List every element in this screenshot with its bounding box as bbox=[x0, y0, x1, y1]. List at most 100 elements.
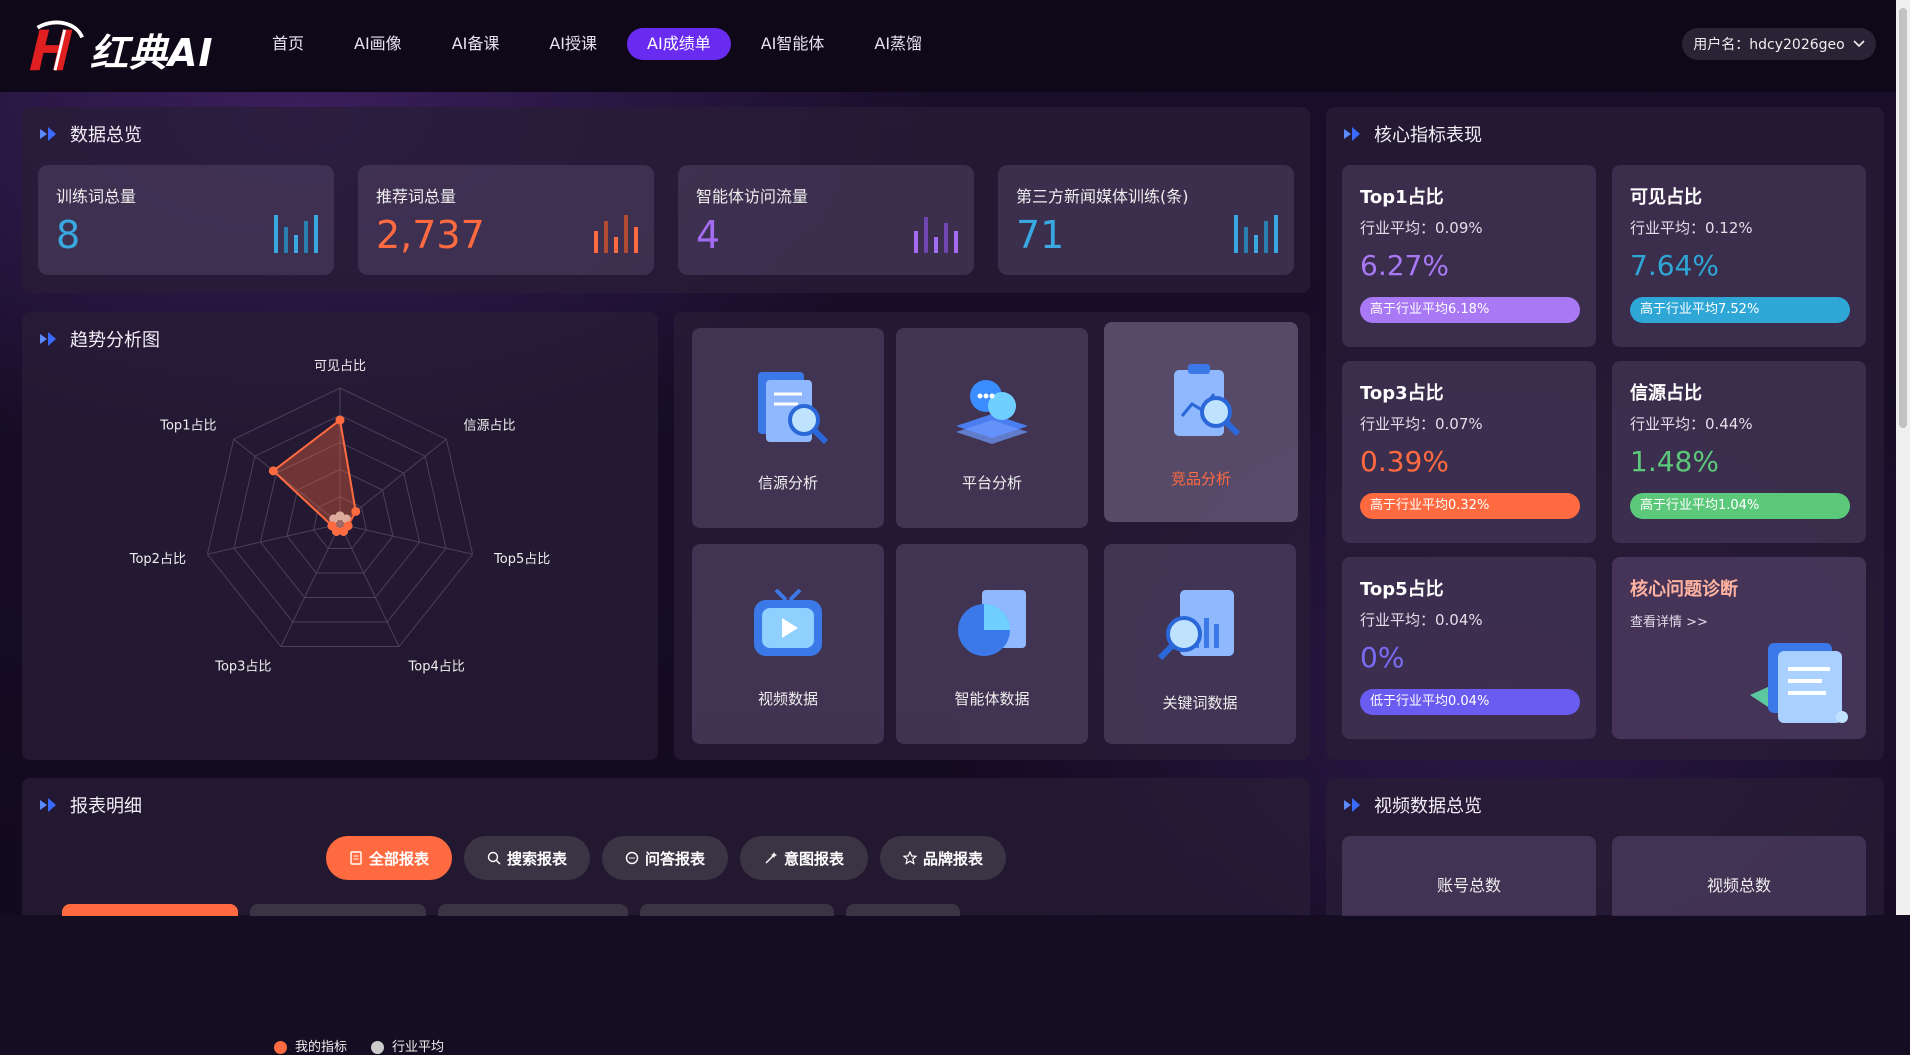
tile-label: 智能体数据 bbox=[954, 690, 1030, 708]
tab-label: 意图报表 bbox=[783, 849, 844, 868]
tile-label: 视频数据 bbox=[757, 690, 818, 708]
metric-comparison-badge: 高于行业平均7.52% bbox=[1630, 297, 1850, 323]
pie-chart-icon bbox=[958, 590, 1026, 656]
metric-card-visible[interactable]: 可见占比 行业平均：0.12% 7.64% 高于行业平均7.52% bbox=[1612, 165, 1866, 347]
radar-data-point bbox=[327, 521, 337, 531]
subtab[interactable] bbox=[438, 904, 628, 916]
video-card-videos[interactable]: 视频总数 bbox=[1612, 836, 1866, 916]
metric-comparison-badge: 高于行业平均1.04% bbox=[1630, 493, 1850, 519]
legend-item-mine[interactable]: 我的指标 bbox=[274, 1036, 347, 1055]
chat-stack-icon bbox=[956, 380, 1028, 444]
metric-value: 6.27% bbox=[1360, 249, 1449, 282]
nav-ai-report-card[interactable]: AI成绩单 bbox=[627, 28, 731, 60]
legend-label: 行业平均 bbox=[392, 1040, 445, 1055]
nav-home[interactable]: 首页 bbox=[252, 28, 324, 60]
double-arrow-icon bbox=[40, 798, 56, 812]
panel-header: 核心指标表现 bbox=[1342, 121, 1482, 147]
stat-card-recommended-words[interactable]: 推荐词总量 2,737 bbox=[358, 165, 654, 275]
stat-value: 71 bbox=[1016, 213, 1065, 257]
scrollbar-thumb[interactable] bbox=[1899, 8, 1907, 428]
metric-title: Top3占比 bbox=[1360, 383, 1444, 404]
tab-search-reports[interactable]: 搜索报表 bbox=[464, 836, 590, 880]
stat-card-training-words[interactable]: 训练词总量 8 bbox=[38, 165, 334, 275]
diagnosis-link[interactable]: 查看详情 >> bbox=[1630, 611, 1708, 630]
video-card-accounts[interactable]: 账号总数 bbox=[1342, 836, 1596, 916]
radar-axis-line bbox=[280, 523, 341, 647]
metric-title: Top1占比 bbox=[1360, 187, 1444, 208]
report-documents-icon bbox=[1750, 643, 1848, 723]
tile-competitor-analysis[interactable]: 竞品分析 bbox=[1104, 322, 1298, 522]
radar-chart: 可见占比信源占比 Top5占比 Top4占比 Top3占比 Top2占比 Top1占比 bbox=[129, 359, 551, 674]
logo-text: 红典AI bbox=[90, 30, 214, 75]
metric-industry-average: 行业平均：0.12% bbox=[1630, 219, 1753, 237]
diagnosis-title: 核心问题诊断 bbox=[1630, 579, 1738, 600]
panel-header: 报表明细 bbox=[38, 792, 142, 818]
subtab-active[interactable] bbox=[62, 904, 238, 916]
tab-qa-reports[interactable]: 问答报表 bbox=[602, 836, 728, 880]
double-arrow-icon bbox=[1344, 127, 1360, 141]
user-menu[interactable]: 用户名：hdcy2026geo bbox=[1682, 28, 1876, 60]
tile-agent-data[interactable]: 智能体数据 bbox=[896, 544, 1088, 744]
nav-ai-distill[interactable]: AI蒸馏 bbox=[854, 28, 942, 60]
video-card-label: 视频总数 bbox=[1706, 876, 1771, 895]
subtab[interactable] bbox=[640, 904, 834, 916]
tile-platform-analysis[interactable]: 平台分析 bbox=[896, 328, 1088, 528]
stat-card-third-party-media[interactable]: 第三方新闻媒体训练(条) 71 bbox=[998, 165, 1294, 275]
radar-axis-label: 可见占比 bbox=[314, 359, 366, 374]
tile-label: 信源分析 bbox=[757, 474, 818, 492]
tile-source-analysis[interactable]: 信源分析 bbox=[692, 328, 884, 528]
data-overview-panel: 数据总览 训练词总量 8 推荐词总量 2,737 智能体访问流量 4 第三方新闻… bbox=[22, 107, 1310, 293]
tab-brand-reports[interactable]: 品牌报表 bbox=[880, 836, 1006, 880]
subtab[interactable] bbox=[250, 904, 426, 916]
metric-industry-average: 行业平均：0.04% bbox=[1360, 611, 1483, 629]
radar-data-point bbox=[335, 415, 345, 425]
stat-label: 第三方新闻媒体训练(条) bbox=[1016, 187, 1189, 206]
radar-series-area bbox=[271, 418, 357, 533]
panel-title: 报表明细 bbox=[70, 796, 142, 817]
document-icon bbox=[350, 851, 362, 865]
metric-card-top3[interactable]: Top3占比 行业平均：0.07% 0.39% 高于行业平均0.32% bbox=[1342, 361, 1596, 543]
nav-ai-agent[interactable]: AI智能体 bbox=[741, 28, 845, 60]
metric-comparison-badge: 高于行业平均0.32% bbox=[1360, 493, 1580, 519]
metric-value: 1.48% bbox=[1630, 445, 1719, 478]
panel-title: 核心指标表现 bbox=[1374, 125, 1482, 146]
tile-label: 平台分析 bbox=[961, 474, 1022, 492]
bar-chart-icon bbox=[594, 215, 638, 253]
legend-item-average[interactable]: 行业平均 bbox=[371, 1036, 444, 1055]
radar-axis-label: Top1占比 bbox=[159, 418, 216, 433]
tab-all-reports[interactable]: 全部报表 bbox=[326, 836, 452, 880]
metric-card-top5[interactable]: Top5占比 行业平均：0.04% 0% 低于行业平均0.04% bbox=[1342, 557, 1596, 739]
bar-chart-icon bbox=[914, 217, 958, 253]
search-chart-icon bbox=[1157, 590, 1234, 661]
tile-video-data[interactable]: 视频数据 bbox=[692, 544, 884, 744]
tile-label: 竞品分析 bbox=[1170, 470, 1231, 488]
panel-header: 数据总览 bbox=[38, 121, 142, 147]
tab-label: 问答报表 bbox=[644, 849, 705, 868]
tab-intent-reports[interactable]: 意图报表 bbox=[740, 836, 868, 880]
search-icon bbox=[487, 851, 501, 865]
star-icon bbox=[902, 851, 917, 865]
subtab[interactable] bbox=[846, 904, 960, 916]
diagnosis-card[interactable]: 核心问题诊断 查看详情 >> bbox=[1612, 557, 1866, 739]
metric-card-source[interactable]: 信源占比 行业平均：0.44% 1.48% 高于行业平均1.04% bbox=[1612, 361, 1866, 543]
metric-card-top1[interactable]: Top1占比 行业平均：0.09% 6.27% 高于行业平均6.18% bbox=[1342, 165, 1596, 347]
tile-keyword-data[interactable]: 关键词数据 bbox=[1104, 544, 1296, 744]
logo[interactable]: 红典AI bbox=[26, 20, 238, 78]
stat-value: 2,737 bbox=[376, 213, 485, 257]
analysis-tiles-panel: 信源分析 平台分析 竞品分析 视频数据 智能体数据 关键词数据 bbox=[674, 312, 1310, 760]
nav-ai-portrait[interactable]: AI画像 bbox=[334, 28, 422, 60]
nav-ai-teaching[interactable]: AI授课 bbox=[529, 28, 617, 60]
stat-value: 4 bbox=[696, 213, 721, 257]
tab-label: 品牌报表 bbox=[922, 849, 983, 868]
legend-label: 我的指标 bbox=[295, 1040, 348, 1055]
stat-card-agent-traffic[interactable]: 智能体访问流量 4 bbox=[678, 165, 974, 275]
radar-axis-line bbox=[339, 523, 400, 647]
double-arrow-icon bbox=[1344, 798, 1360, 812]
radar-axis-label: Top5占比 bbox=[493, 552, 550, 567]
bar-chart-icon bbox=[274, 215, 318, 253]
tab-label: 搜索报表 bbox=[506, 849, 567, 868]
nav-ai-lesson-prep[interactable]: AI备课 bbox=[432, 28, 520, 60]
logo-h-icon bbox=[29, 20, 84, 71]
username-label: 用户名：hdcy2026geo bbox=[1693, 37, 1845, 53]
metric-title: Top5占比 bbox=[1360, 579, 1444, 600]
